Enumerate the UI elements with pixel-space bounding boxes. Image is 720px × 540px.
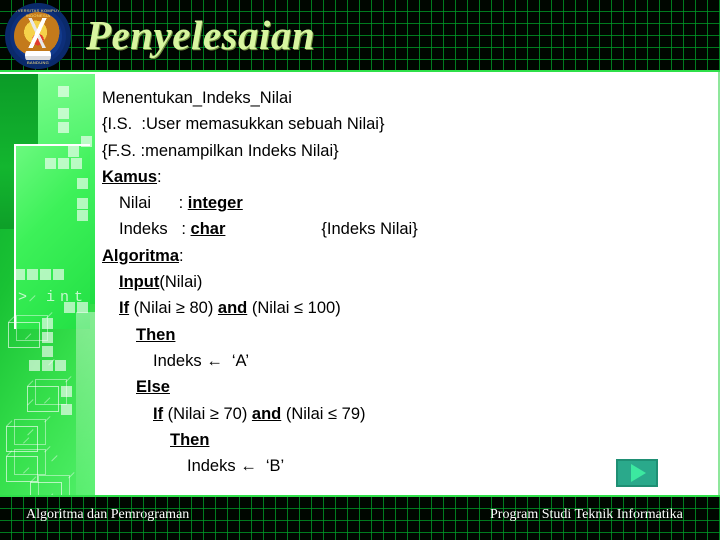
sidebar-square: [14, 269, 25, 280]
sidebar-square: [40, 269, 51, 280]
code-line: {I.S. :User memasukkan sebuah Nilai}: [102, 111, 714, 137]
sidebar-square: [71, 158, 82, 169]
code-text: Indeks ← ‘A’: [153, 351, 249, 370]
code-line: If (Nilai ≥ 80) and (Nilai ≤ 100): [102, 295, 714, 321]
unikom-logo: UNIVERSITAS KOMPUTER INDONESIA BANDUNG: [5, 3, 71, 69]
logo-bottom-text: BANDUNG: [26, 60, 50, 65]
sidebar-square: [55, 360, 66, 371]
code-keyword: If: [119, 299, 130, 318]
code-line: Else: [102, 374, 714, 400]
code-line: Input(Nilai): [102, 269, 714, 295]
footer-department-name: Program Studi Teknik Informatika: [490, 507, 683, 522]
code-line: Then: [102, 322, 714, 348]
code-line: Then: [102, 427, 714, 453]
code-keyword: Then: [136, 325, 176, 344]
wireframe-cube-icon: [30, 475, 70, 495]
sidebar-square: [53, 269, 64, 280]
sidebar-square: [77, 198, 88, 209]
logo-top-text: UNIVERSITAS KOMPUTER INDONESIA: [9, 8, 67, 18]
logo-book-icon: [25, 51, 51, 60]
code-keyword: char: [190, 220, 226, 239]
code-comment: {Indeks Nilai}: [321, 220, 418, 239]
code-keyword: Input: [119, 273, 160, 292]
code-line: Algoritma:: [102, 243, 714, 269]
sidebar-square: [61, 404, 72, 415]
code-line: Menentukan_Indeks_Nilai: [102, 85, 714, 111]
sidebar-square: [77, 210, 88, 221]
sidebar-square: [81, 136, 92, 147]
code-text: Nilai :: [119, 194, 188, 213]
sidebar-square: [45, 158, 56, 169]
logo-crest-icon: [23, 18, 53, 49]
sidebar-code-motif: > int: [18, 289, 89, 306]
wireframe-cube-icon: [8, 315, 48, 348]
footer-course-name: Algoritma dan Pemrograman: [26, 507, 190, 522]
slide-body: Menentukan_Indeks_Nilai {I.S. :User memas…: [95, 74, 720, 495]
sidebar-square: [58, 122, 69, 133]
presentation-slide: UNIVERSITAS KOMPUTER INDONESIA BANDUNG P…: [0, 0, 720, 540]
sidebar-square: [27, 269, 38, 280]
page-title: Penyelesaian: [86, 12, 316, 58]
sidebar-square: [77, 178, 88, 189]
code-text: Indeks ← ‘B’: [187, 457, 285, 476]
sidebar-square: [42, 346, 53, 357]
code-line: {F.S. :menampilkan Indeks Nilai}: [102, 138, 714, 164]
wireframe-cube-icon: [27, 379, 67, 412]
code-text: {I.S. :User memasukkan sebuah Nilai}: [102, 115, 385, 134]
code-keyword: If: [153, 404, 164, 423]
pseudocode-block: Menentukan_Indeks_Nilai {I.S. :User memas…: [102, 85, 714, 479]
sidebar-square: [58, 158, 69, 169]
code-keyword: Then: [170, 430, 210, 449]
sidebar-square: [29, 360, 40, 371]
code-line: Indeks : char {Indeks Nilai}: [102, 216, 714, 242]
next-slide-button[interactable]: [616, 459, 658, 487]
code-text: {F.S. :menampilkan Indeks Nilai}: [102, 141, 339, 160]
code-text: (Nilai ≥ 70): [163, 404, 252, 423]
code-line: Kamus:: [102, 164, 714, 190]
code-keyword: and: [251, 404, 282, 423]
code-text: (Nilai ≥ 80): [129, 299, 218, 318]
code-keyword: Else: [136, 378, 170, 397]
decorative-sidebar: > int: [0, 74, 95, 495]
code-line: Nilai : integer: [102, 190, 714, 216]
code-line: If (Nilai ≥ 70) and (Nilai ≤ 79): [102, 401, 714, 427]
code-text: (Nilai ≤ 79): [281, 404, 366, 423]
sidebar-square: [42, 360, 53, 371]
code-keyword: Kamus: [102, 167, 158, 186]
play-triangle-icon: [631, 464, 646, 482]
code-text: Indeks :: [119, 220, 191, 239]
code-text: :: [157, 167, 162, 186]
code-text: (Nilai): [159, 273, 203, 292]
sidebar-light-strip: [76, 312, 95, 495]
slide-header: UNIVERSITAS KOMPUTER INDONESIA BANDUNG P…: [0, 0, 720, 72]
code-text: (Nilai ≤ 100): [247, 299, 341, 318]
code-keyword: Algoritma: [102, 246, 180, 265]
sidebar-square: [58, 86, 69, 97]
code-text: Menentukan_Indeks_Nilai: [102, 89, 292, 107]
slide-footer: Algoritma dan Pemrograman Program Studi …: [0, 495, 720, 540]
code-keyword: and: [217, 299, 248, 318]
code-keyword: integer: [187, 194, 243, 213]
sidebar-square: [68, 146, 79, 157]
sidebar-square: [58, 108, 69, 119]
code-text: :: [179, 246, 184, 265]
code-line: Indeks ← ‘A’: [102, 348, 714, 374]
